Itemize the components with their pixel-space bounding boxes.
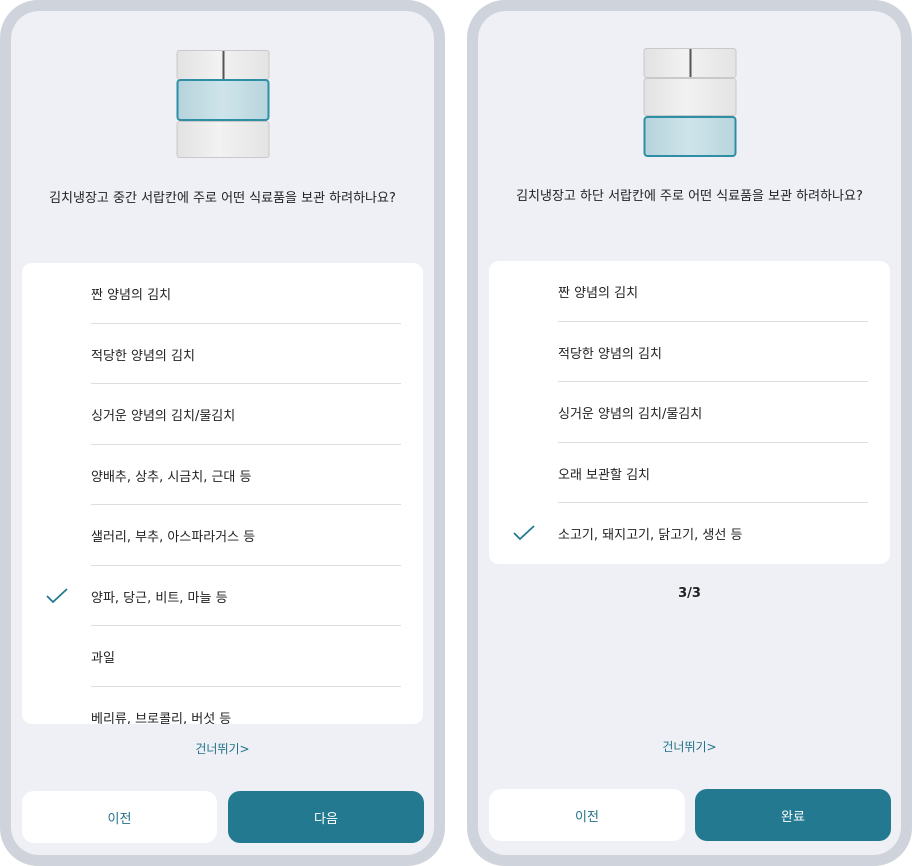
options-list[interactable]: 짠 양념의 김치적당한 양념의 김치싱거운 양념의 김치/물김치양배추, 상추,… [22,263,423,724]
checkmark-icon [513,525,535,541]
checkmark-icon [46,587,68,603]
question-text: 김치냉장고 중간 서랍칸에 주로 어떤 식료품을 보관 하려하나요? [49,191,396,206]
phone-frame-left: 김치냉장고 중간 서랍칸에 주로 어떤 식료품을 보관 하려하나요? 짠 양념의… [0,0,445,866]
option-label: 양배추, 상추, 시금치, 근대 등 [91,469,252,485]
option-label: 양파, 당근, 비트, 마늘 등 [91,590,228,606]
option-row[interactable]: 싱거운 양념의 김치/물김치 [489,382,890,443]
option-row[interactable]: 양파, 당근, 비트, 마늘 등 [22,566,423,626]
fridge-illustration-bottom [643,48,736,158]
option-row[interactable]: 양배추, 상추, 시금치, 근대 등 [22,445,423,505]
option-row[interactable]: 싱거운 양념의 김치/물김치 [22,384,423,445]
option-label: 오래 보관할 김치 [558,467,650,483]
next-button[interactable]: 다음 [228,791,424,843]
screen-bottom-drawer: 김치냉장고 하단 서랍칸에 주로 어떤 식료품을 보관 하려하나요? 짠 양념의… [478,11,901,855]
option-label: 베리류, 브로콜리, 버섯 등 [91,711,232,725]
done-button[interactable]: 완료 [695,789,891,841]
option-label: 싱거운 양념의 김치/물김치 [91,409,236,424]
prev-button[interactable]: 이전 [489,789,685,841]
screen-middle-drawer: 김치냉장고 중간 서랍칸에 주로 어떤 식료품을 보관 하려하나요? 짠 양념의… [11,11,434,855]
prev-button[interactable]: 이전 [22,791,217,843]
skip-link[interactable]: 건너뛰기> [478,738,901,755]
option-label: 짠 양념의 김치 [91,288,172,303]
option-row[interactable]: 짠 양념의 김치 [489,261,890,322]
option-row[interactable]: 적당한 양념의 김치 [489,322,890,382]
question-text: 김치냉장고 하단 서랍칸에 주로 어떤 식료품을 보관 하려하나요? [516,189,863,204]
option-label: 싱거운 양념의 김치/물김치 [558,407,703,422]
option-row[interactable]: 적당한 양념의 김치 [22,324,423,384]
option-row[interactable]: 샐러리, 부추, 아스파라거스 등 [22,505,423,566]
option-row[interactable]: 베리류, 브로콜리, 버섯 등 [22,687,423,725]
highlighted-bottom-drawer [643,116,736,157]
options-list[interactable]: 짠 양념의 김치적당한 양념의 김치싱거운 양념의 김치/물김치오래 보관할 김… [489,261,890,564]
highlighted-middle-drawer [176,79,269,121]
page-indicator: 3/3 [678,586,701,601]
option-label: 샐러리, 부추, 아스파라거스 등 [91,530,256,545]
option-label: 짠 양념의 김치 [558,286,639,301]
phone-frame-right: 김치냉장고 하단 서랍칸에 주로 어떤 식료품을 보관 하려하나요? 짠 양념의… [467,0,912,866]
option-label: 소고기, 돼지고기, 닭고기, 생선 등 [558,528,743,543]
option-row[interactable]: 소고기, 돼지고기, 닭고기, 생선 등 [489,503,890,564]
skip-link[interactable]: 건너뛰기> [11,740,434,757]
option-label: 적당한 양념의 김치 [91,348,195,364]
option-row[interactable]: 과일 [22,626,423,687]
option-row[interactable]: 오래 보관할 김치 [489,443,890,503]
option-row[interactable]: 짠 양념의 김치 [22,263,423,324]
fridge-illustration-middle [176,50,269,159]
option-label: 적당한 양념의 김치 [558,346,662,362]
option-label: 과일 [91,651,115,666]
